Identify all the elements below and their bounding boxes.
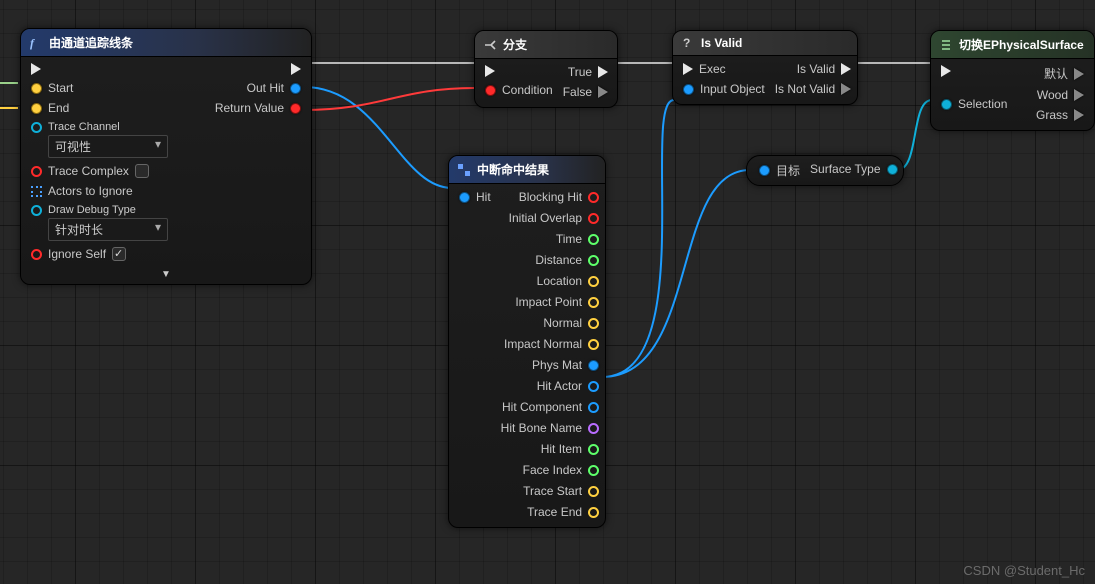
out-hit-pin[interactable]: Out Hit	[247, 81, 301, 95]
watermark-text: CSDN @Student_Hc	[963, 563, 1085, 578]
blocking-hit-pin[interactable]: Blocking Hit	[519, 190, 599, 204]
hit-component-pin[interactable]: Hit Component	[502, 400, 599, 414]
hit-item-pin[interactable]: Hit Item	[541, 442, 599, 456]
location-pin[interactable]: Location	[537, 274, 599, 288]
initial-overlap-pin[interactable]: Initial Overlap	[509, 211, 599, 225]
selection-pin[interactable]: Selection	[941, 97, 1007, 111]
distance-pin[interactable]: Distance	[535, 253, 599, 267]
exec-in-pin[interactable]	[485, 65, 553, 77]
question-icon: ?	[681, 36, 695, 50]
node-header[interactable]: 切换EPhysicalSurface	[931, 31, 1094, 59]
node-title: 中断命中结果	[477, 161, 549, 178]
node-break-hit[interactable]: 中断命中结果 Hit Blocking Hit Initial Overlap …	[448, 155, 606, 528]
normal-pin[interactable]: Normal	[543, 316, 599, 330]
node-header[interactable]: 分支	[475, 31, 617, 59]
trace-channel-select[interactable]: 可视性	[48, 135, 168, 158]
true-exec-pin[interactable]: True	[568, 65, 608, 79]
node-title: 由通道追踪线条	[49, 34, 133, 51]
trace-complex-pin[interactable]: Trace Complex	[31, 164, 168, 178]
grass-exec-pin[interactable]: Grass	[1036, 108, 1084, 122]
default-exec-pin[interactable]: 默认	[1044, 65, 1084, 82]
trace-start-pin[interactable]: Trace Start	[523, 484, 599, 498]
ignore-self-pin[interactable]: Ignore Self	[31, 247, 168, 261]
inputs-column: Start End Trace Channel 可视性 Trace Comple…	[25, 63, 168, 261]
trace-end-pin[interactable]: Trace End	[527, 505, 599, 519]
function-icon: f	[29, 36, 43, 50]
trace-channel-pin[interactable]	[31, 122, 42, 133]
node-title: 分支	[503, 36, 527, 53]
hit-actor-pin[interactable]: Hit Actor	[537, 379, 599, 393]
false-exec-pin[interactable]: False	[563, 85, 608, 99]
hit-bone-name-pin[interactable]: Hit Bone Name	[501, 421, 599, 435]
break-icon	[457, 163, 471, 177]
impact-normal-pin[interactable]: Impact Normal	[504, 337, 599, 351]
input-object-pin[interactable]: Input Object	[683, 82, 765, 96]
svg-text:?: ?	[683, 36, 690, 50]
hit-pin[interactable]: Hit	[459, 190, 491, 204]
draw-debug-pin[interactable]	[31, 205, 42, 216]
exec-out-pin[interactable]	[291, 63, 301, 75]
surface-type-out-pin[interactable]: Surface Type	[810, 162, 898, 176]
node-title: 切换EPhysicalSurface	[959, 36, 1084, 53]
node-is-valid[interactable]: ? Is Valid Exec Input Object Is Valid Is…	[672, 30, 858, 105]
exec-in-pin[interactable]: Exec	[683, 62, 765, 76]
impact-point-pin[interactable]: Impact Point	[515, 295, 599, 309]
exec-in-pin[interactable]	[31, 63, 168, 75]
ignore-self-checkbox[interactable]	[112, 247, 126, 261]
svg-text:f: f	[30, 36, 35, 50]
node-switch-surface[interactable]: 切换EPhysicalSurface Selection 默认 Wood Gra…	[930, 30, 1095, 131]
switch-icon	[939, 38, 953, 52]
face-index-pin[interactable]: Face Index	[523, 463, 599, 477]
time-pin[interactable]: Time	[556, 232, 599, 246]
expand-arrow-icon[interactable]: ▼	[21, 269, 311, 284]
exec-in-pin[interactable]	[941, 65, 1007, 77]
is-not-valid-exec-pin[interactable]: Is Not Valid	[775, 82, 851, 96]
array-icon	[31, 186, 42, 197]
trace-complex-checkbox[interactable]	[135, 164, 149, 178]
node-branch[interactable]: 分支 Condition True False	[474, 30, 618, 108]
node-title: Is Valid	[701, 36, 742, 50]
phys-mat-pin[interactable]: Phys Mat	[532, 358, 599, 372]
node-surface-type[interactable]: 目标 Surface Type	[746, 155, 904, 186]
is-valid-exec-pin[interactable]: Is Valid	[797, 62, 851, 76]
start-pin[interactable]: Start	[31, 81, 168, 95]
condition-pin[interactable]: Condition	[485, 83, 553, 97]
actors-to-ignore-pin[interactable]: Actors to Ignore	[31, 184, 168, 198]
wood-exec-pin[interactable]: Wood	[1037, 88, 1084, 102]
return-value-pin[interactable]: Return Value	[215, 101, 301, 115]
outputs-column: Out Hit Return Value	[215, 63, 307, 261]
target-pin[interactable]: 目标	[759, 162, 800, 179]
draw-debug-select[interactable]: 针对时长	[48, 218, 168, 241]
end-pin[interactable]: End	[31, 101, 168, 115]
node-header[interactable]: 中断命中结果	[449, 156, 605, 184]
branch-icon	[483, 38, 497, 52]
node-line-trace[interactable]: f 由通道追踪线条 Start End Trace Channel 可视性 Tr…	[20, 28, 312, 285]
node-header[interactable]: f 由通道追踪线条	[21, 29, 311, 57]
node-header[interactable]: ? Is Valid	[673, 31, 857, 56]
